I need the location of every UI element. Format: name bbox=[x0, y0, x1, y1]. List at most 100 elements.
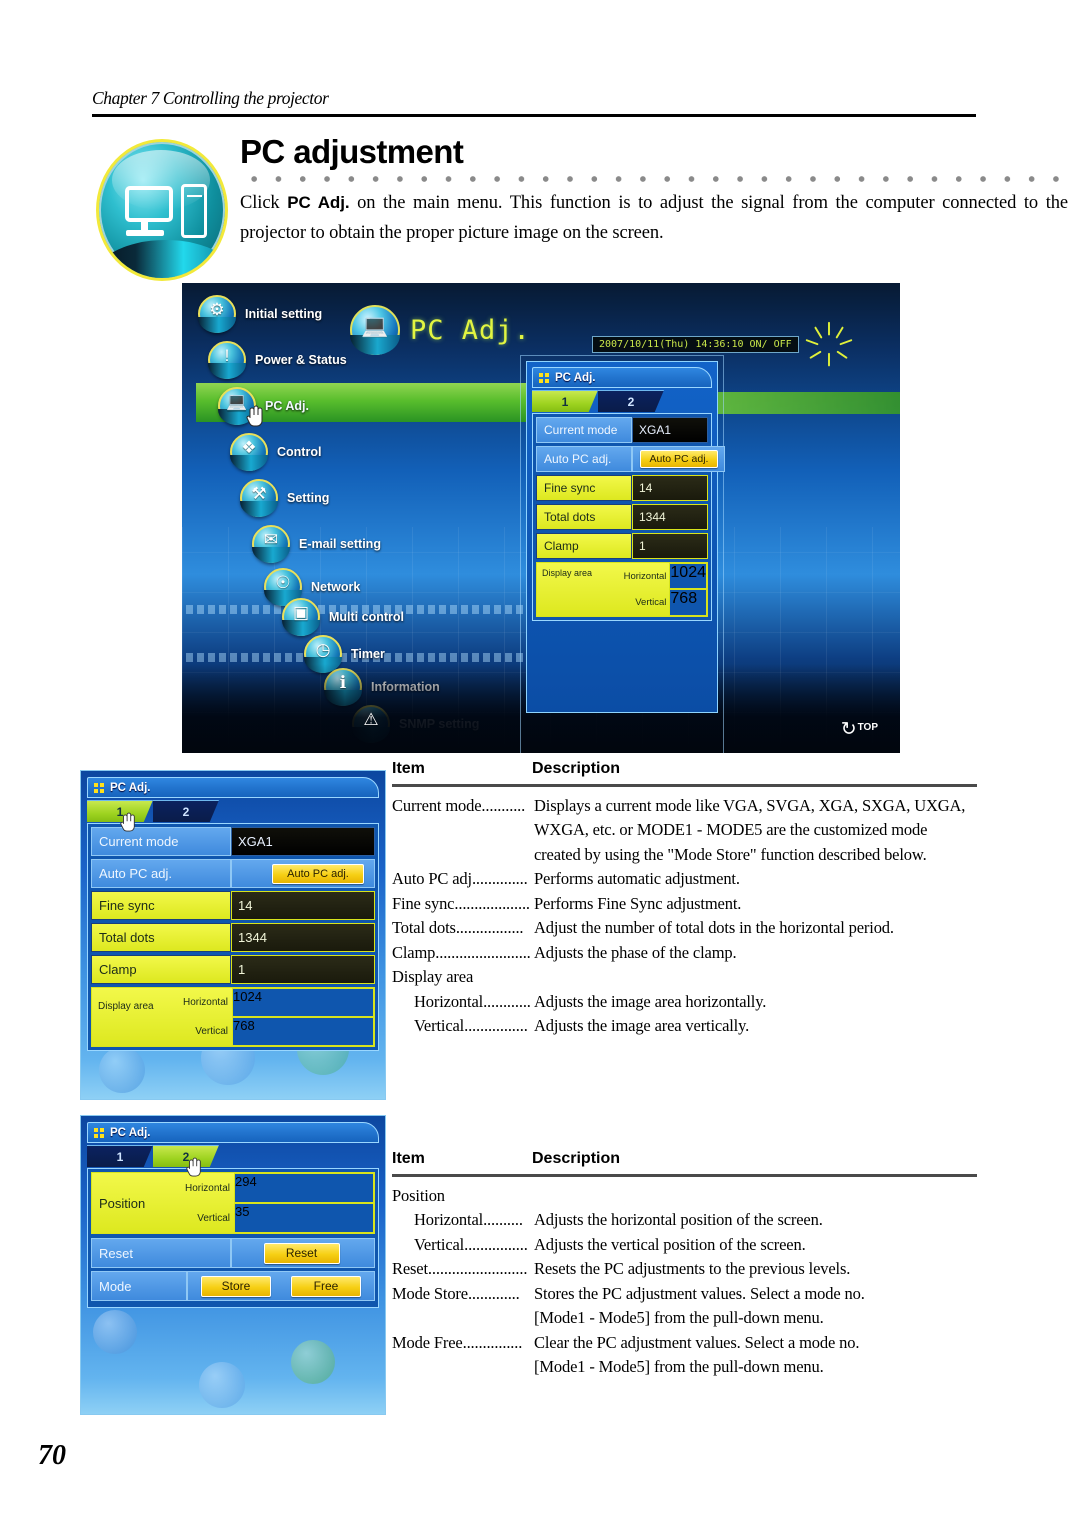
row-item: Position bbox=[392, 1185, 445, 1205]
menu-item-email-setting[interactable]: ✉ E-mail setting bbox=[252, 525, 381, 563]
menu-label: E-mail setting bbox=[299, 537, 381, 551]
row-item: Horizontal bbox=[414, 991, 484, 1011]
display-area-values: 1024 768 bbox=[669, 563, 707, 616]
row-item: Clamp bbox=[392, 942, 436, 962]
top-button-label: TOP bbox=[857, 722, 878, 733]
menu-label: Multi control bbox=[329, 610, 404, 624]
fine-sync-value[interactable]: 14 bbox=[231, 891, 375, 920]
current-mode-value[interactable]: XGA1 bbox=[231, 827, 375, 856]
table-divider bbox=[392, 784, 977, 787]
row-label: Auto PC adj. bbox=[91, 859, 231, 888]
tab-1[interactable]: 1 bbox=[532, 390, 598, 412]
table-row: Reset......................... Resets the… bbox=[392, 1257, 977, 1282]
reset-button[interactable]: Reset bbox=[263, 1242, 340, 1264]
row-dots: ............ bbox=[483, 991, 531, 1011]
position-group-label: Position bbox=[99, 1195, 146, 1211]
menu-item-multi-control[interactable]: ▣ Multi control bbox=[282, 598, 404, 636]
display-area-vertical-value[interactable]: 768 bbox=[669, 589, 707, 616]
row-label: Mode bbox=[91, 1271, 187, 1301]
auto-pc-adj-button[interactable]: Auto PC adj. bbox=[272, 863, 364, 884]
dialog-tabs: 1 2 bbox=[532, 390, 712, 412]
row-label: Fine sync bbox=[91, 891, 231, 920]
total-dots-value[interactable]: 1344 bbox=[632, 504, 708, 530]
top-button[interactable]: ↻ TOP bbox=[840, 719, 878, 740]
menu-label: PC Adj. bbox=[265, 399, 309, 413]
column-header-item: Item bbox=[392, 760, 425, 777]
row-desc: Clear the PC adjustment values. Select a… bbox=[534, 1332, 860, 1352]
row-label: Total dots bbox=[536, 504, 632, 530]
row-desc: Adjusts the phase of the clamp. bbox=[534, 942, 737, 962]
row-dots: ................ bbox=[464, 1016, 528, 1035]
table-row: Current mode........... Displays a curren… bbox=[392, 794, 977, 819]
dpad-icon: ❖ bbox=[230, 433, 268, 471]
mode-store-button[interactable]: Store bbox=[201, 1275, 271, 1297]
menu-item-setting[interactable]: ⚒ Setting bbox=[240, 479, 329, 517]
mode-free-button[interactable]: Free bbox=[291, 1275, 361, 1297]
menu-label: Timer bbox=[351, 647, 385, 661]
panel-dialog: PC Adj. 1 2 Position Horizontal Vertical… bbox=[87, 1122, 379, 1308]
display-area-horizontal-value[interactable]: 1024 bbox=[232, 988, 374, 1018]
row-desc: Performs automatic adjustment. bbox=[534, 869, 740, 888]
tab-1[interactable]: 1 bbox=[87, 1145, 153, 1167]
fine-sync-value[interactable]: 14 bbox=[632, 475, 708, 501]
row-position: Position Horizontal Vertical 294 35 bbox=[91, 1172, 375, 1234]
column-header-item: Item bbox=[392, 1150, 425, 1167]
clamp-value[interactable]: 1 bbox=[632, 533, 708, 559]
menu-label: Control bbox=[277, 445, 322, 459]
dialog-titlebar: PC Adj. bbox=[532, 367, 712, 388]
display-area-sublabels: Horizontal Vertical bbox=[623, 563, 670, 616]
table-row: Auto PC adj.............. Performs automa… bbox=[392, 867, 977, 892]
row-mode: Mode Store Free bbox=[91, 1271, 375, 1301]
tab-2[interactable]: 2 bbox=[598, 390, 664, 412]
row-auto-pc-adj: Auto PC adj. Auto PC adj. bbox=[536, 446, 725, 472]
dialog-tabs: 1 2 bbox=[87, 800, 379, 832]
position-vertical-value[interactable]: 35 bbox=[234, 1203, 374, 1233]
tab-2[interactable]: 2 bbox=[153, 800, 219, 822]
current-mode-value[interactable]: XGA1 bbox=[632, 417, 708, 443]
row-desc: Resets the PC adjustments to the previou… bbox=[534, 1259, 851, 1278]
menu-label: Power & Status bbox=[255, 353, 347, 367]
table-row: Mode Free............... Clear the PC adj… bbox=[392, 1331, 977, 1356]
gear-projector-icon: ⚙ bbox=[198, 295, 236, 333]
intro-prefix: Click bbox=[240, 193, 288, 213]
row-item: Mode Free bbox=[392, 1332, 463, 1352]
row-desc: Adjusts the image area vertically. bbox=[534, 1016, 750, 1035]
display-area-vertical-value[interactable]: 768 bbox=[232, 1017, 374, 1046]
horizontal-label: Horizontal bbox=[182, 997, 228, 1009]
menu-item-power-status[interactable]: ! Power & Status bbox=[208, 341, 347, 379]
row-total-dots: Total dots 1344 bbox=[91, 923, 375, 952]
clamp-value[interactable]: 1 bbox=[231, 955, 375, 984]
table-row: Vertical................ Adjusts the imag… bbox=[392, 1014, 977, 1039]
row-display-area: Display area Horizontal Vertical 1024 76… bbox=[91, 987, 375, 1047]
display-area-values: 1024 768 bbox=[232, 988, 374, 1046]
row-item: Reset bbox=[392, 1259, 428, 1278]
page-number: 70 bbox=[38, 1440, 66, 1471]
row-label: Auto PC adj. bbox=[536, 446, 632, 472]
pc-adj-capture-tab1: PC Adj. 1 2 Current mode XGA1 Auto PC ad… bbox=[80, 770, 386, 1100]
menu-item-control[interactable]: ❖ Control bbox=[230, 433, 321, 471]
row-label: Clamp bbox=[536, 533, 632, 559]
display-area-horizontal-value[interactable]: 1024 bbox=[669, 563, 707, 589]
row-label: Reset bbox=[91, 1238, 231, 1268]
position-values: 294 35 bbox=[234, 1173, 374, 1233]
decorative-bubble bbox=[291, 1340, 335, 1384]
row-item: Current mode bbox=[392, 795, 482, 815]
auto-pc-adj-button[interactable]: Auto PC adj. bbox=[640, 450, 718, 468]
total-dots-value[interactable]: 1344 bbox=[231, 923, 375, 952]
position-horizontal-value[interactable]: 294 bbox=[234, 1173, 374, 1204]
reset-cell: Reset bbox=[231, 1238, 375, 1268]
row-item: Mode Store bbox=[392, 1283, 468, 1303]
row-label: Fine sync bbox=[536, 475, 632, 501]
refresh-arrow-icon: ↻ bbox=[840, 719, 857, 740]
row-dots: ............. bbox=[475, 869, 528, 888]
row-label: Current mode bbox=[91, 827, 231, 856]
description-table-1: Item Description Current mode...........… bbox=[392, 760, 977, 1039]
table-row: Mode Store............. Stores the PC adj… bbox=[392, 1282, 977, 1307]
menu-item-initial-setting[interactable]: ⚙ Initial setting bbox=[198, 295, 322, 333]
row-reset: Reset Reset bbox=[91, 1238, 375, 1268]
pc-adjustment-logo-icon bbox=[92, 135, 232, 283]
decorative-dot-rule bbox=[242, 175, 1066, 183]
row-desc: [Mode1 - Mode5] from the pull-down menu. bbox=[534, 1357, 824, 1376]
row-desc: Adjusts the image area horizontally. bbox=[534, 991, 767, 1011]
vertical-label: Vertical bbox=[635, 597, 667, 608]
